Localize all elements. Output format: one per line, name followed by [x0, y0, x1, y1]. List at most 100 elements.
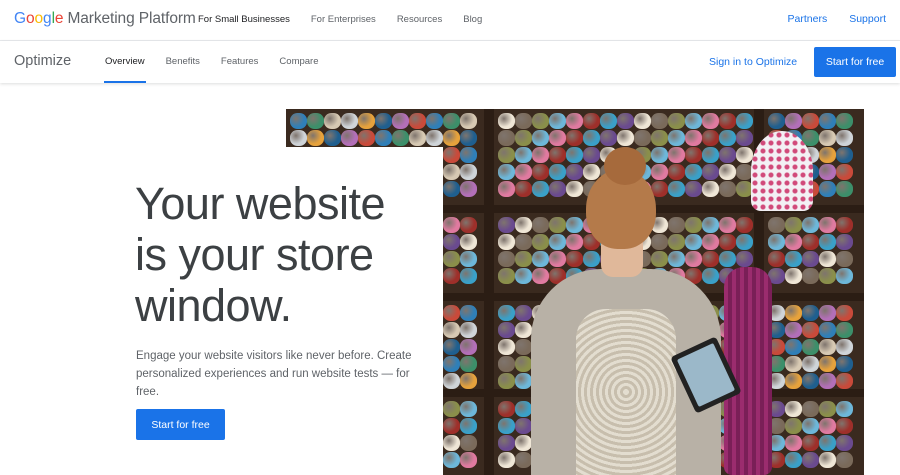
- logo-platform-text: Marketing Platform: [67, 10, 196, 27]
- yarn-skein: [549, 234, 566, 250]
- start-for-free-button-header[interactable]: Start for free: [814, 47, 896, 77]
- yarn-skein: [498, 113, 515, 129]
- nav-link-enterprises[interactable]: For Enterprises: [311, 14, 376, 25]
- yarn-skein: [685, 113, 702, 129]
- yarn-skein: [443, 147, 460, 163]
- yarn-skein: [668, 181, 685, 197]
- yarn-skein: [785, 251, 802, 267]
- yarn-skein: [736, 217, 753, 233]
- yarn-skein: [685, 234, 702, 250]
- yarn-skein: [819, 356, 836, 372]
- tab-overview[interactable]: Overview: [104, 56, 146, 83]
- tab-features[interactable]: Features: [221, 56, 259, 67]
- yarn-skein: [443, 435, 460, 451]
- yarn-skein: [802, 452, 819, 468]
- yarn-skein: [836, 373, 853, 389]
- yarn-skein: [702, 113, 719, 129]
- yarn-skein: [802, 322, 819, 338]
- yarn-skein: [702, 251, 719, 267]
- yarn-skein: [819, 268, 836, 284]
- yarn-skein: [768, 217, 785, 233]
- yarn-skein: [802, 217, 819, 233]
- yarn-skein: [819, 322, 836, 338]
- yarn-skein: [566, 217, 583, 233]
- yarn-skein: [785, 356, 802, 372]
- yarn-skein: [785, 113, 802, 129]
- yarn-skein: [460, 435, 477, 451]
- yarn-skein: [460, 217, 477, 233]
- yarn-skein: [600, 130, 617, 146]
- yarn-skein: [460, 130, 477, 146]
- yarn-skein: [583, 130, 600, 146]
- yarn-skein: [443, 251, 460, 267]
- yarn-skein: [566, 251, 583, 267]
- yarn-skein: [515, 234, 532, 250]
- yarn-skein: [549, 164, 566, 180]
- person-hair-bun: [604, 147, 646, 185]
- person-lace-detail: [576, 309, 676, 475]
- yarn-skein: [498, 251, 515, 267]
- partners-link[interactable]: Partners: [788, 13, 828, 25]
- yarn-skein: [702, 181, 719, 197]
- start-for-free-button-hero[interactable]: Start for free: [136, 409, 225, 440]
- yarn-skein: [785, 452, 802, 468]
- yarn-skein: [685, 217, 702, 233]
- utility-links: Partners Support: [766, 13, 886, 25]
- nav-link-resources[interactable]: Resources: [397, 14, 442, 25]
- product-tabs: Overview Benefits Features Compare: [104, 56, 340, 83]
- yarn-skein: [836, 217, 853, 233]
- sign-in-link[interactable]: Sign in to Optimize: [709, 56, 797, 68]
- yarn-skein: [324, 113, 341, 129]
- yarn-skein: [443, 130, 460, 146]
- yarn-skein: [651, 130, 668, 146]
- yarn-skein: [498, 234, 515, 250]
- yarn-skein: [785, 305, 802, 321]
- yarn-skein: [443, 452, 460, 468]
- yarn-skein: [836, 181, 853, 197]
- yarn-skein: [836, 452, 853, 468]
- yarn-skein: [515, 339, 532, 355]
- yarn-skein: [702, 268, 719, 284]
- yarn-skein: [668, 234, 685, 250]
- tab-benefits[interactable]: Benefits: [166, 56, 200, 67]
- yarn-skein: [836, 435, 853, 451]
- yarn-skein: [549, 113, 566, 129]
- yarn-skein: [443, 356, 460, 372]
- yarn-skein: [736, 251, 753, 267]
- yarn-skein: [702, 130, 719, 146]
- yarn-skein: [819, 339, 836, 355]
- yarn-skein: [498, 452, 515, 468]
- nav-link-small-businesses[interactable]: For Small Businesses: [198, 14, 290, 25]
- yarn-skein: [290, 113, 307, 129]
- hero-headline: Your website is your store window.: [135, 178, 435, 331]
- yarn-skein: [802, 401, 819, 417]
- yarn-skein: [785, 217, 802, 233]
- nav-link-blog[interactable]: Blog: [463, 14, 482, 25]
- yarn-skein: [583, 113, 600, 129]
- yarn-skein: [341, 130, 358, 146]
- support-link[interactable]: Support: [849, 13, 886, 25]
- yarn-skein: [836, 418, 853, 434]
- yarn-skein: [668, 251, 685, 267]
- tab-compare[interactable]: Compare: [279, 56, 318, 67]
- primary-nav: For Small Businesses For Enterprises Res…: [198, 14, 503, 25]
- yarn-skein: [443, 373, 460, 389]
- yarn-skein: [290, 130, 307, 146]
- yarn-skein: [651, 251, 668, 267]
- hero-subtext: Engage your website visitors like never …: [136, 350, 412, 398]
- yarn-skein: [443, 305, 460, 321]
- yarn-skein: [460, 234, 477, 250]
- shelf-divider: [484, 109, 494, 475]
- yarn-skein: [532, 164, 549, 180]
- yarn-skein: [515, 356, 532, 372]
- yarn-skein: [802, 234, 819, 250]
- yarn-skein: [785, 339, 802, 355]
- yarn-skein: [549, 130, 566, 146]
- yarn-skein: [819, 251, 836, 267]
- yarn-skein: [836, 234, 853, 250]
- yarn-skein: [819, 217, 836, 233]
- yarn-skein: [460, 356, 477, 372]
- yarn-skein: [392, 113, 409, 129]
- google-marketing-platform-logo[interactable]: Google Marketing Platform: [14, 10, 196, 28]
- yarn-skein: [768, 251, 785, 267]
